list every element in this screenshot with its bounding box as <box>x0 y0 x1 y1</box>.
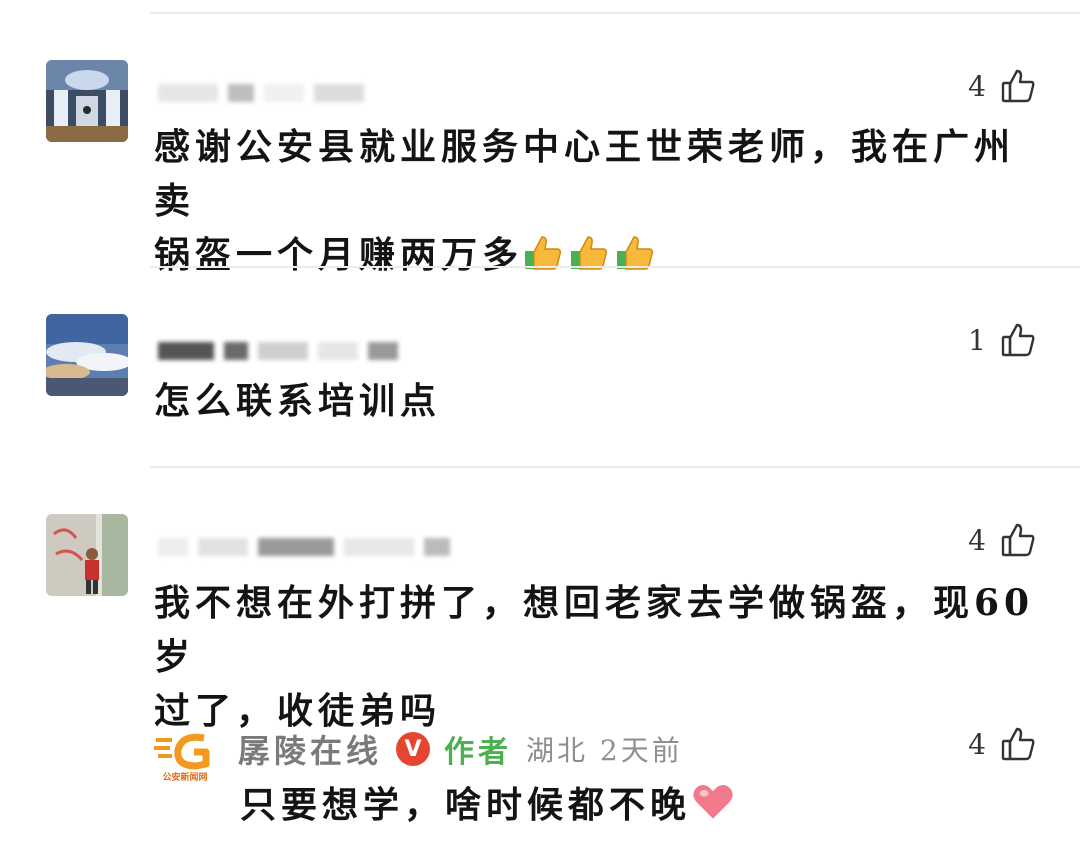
thumbs-up-outline-icon <box>1000 68 1036 104</box>
reply-text-content: 只要想学，啥时候都不晚 <box>240 784 692 826</box>
comment-text: 我不想在外打拼了，想回老家去学做锅盔，现60岁 过了，收徒弟吗 <box>154 576 1036 738</box>
verified-badge-icon: V <box>396 732 431 766</box>
reply-text: 只要想学，啥时候都不晚 <box>240 778 741 832</box>
like-button[interactable]: 4 <box>968 522 1036 558</box>
username-redacted[interactable] <box>158 82 374 102</box>
like-count: 1 <box>968 323 986 357</box>
comment-text-span: 锅盔一个月赚两万多 <box>154 234 524 276</box>
username-redacted[interactable] <box>158 340 408 360</box>
comment-text-line: 我不想在外打拼了，想回老家去学做锅盔，现60岁 <box>154 582 1035 678</box>
comment-text-line: 锅盔一个月赚两万多 <box>154 228 1036 282</box>
reply-like-button[interactable]: 4 <box>968 726 1036 762</box>
reply-location-time: 湖北 2天前 <box>526 734 683 767</box>
thumbs-up-outline-icon <box>1000 726 1036 762</box>
logo-caption: 公安新闻网 <box>162 771 207 782</box>
reply-meta: 孱陵在线 V 作者 湖北 2天前 <box>238 726 683 772</box>
avatar[interactable] <box>46 60 128 142</box>
avatar[interactable] <box>46 514 128 596</box>
comment-text-line: 怎么联系培训点 <box>154 380 442 422</box>
divider <box>150 466 1080 468</box>
divider-top <box>150 12 1080 14</box>
like-count: 4 <box>968 69 986 103</box>
like-button[interactable]: 4 <box>968 68 1036 104</box>
author-name[interactable]: 孱陵在线 <box>238 726 382 772</box>
like-button[interactable]: 1 <box>968 322 1036 358</box>
divider <box>150 266 1080 268</box>
comment-text: 怎么联系培训点 <box>154 374 1036 428</box>
avatar[interactable] <box>46 314 128 396</box>
comment-text: 感谢公安县就业服务中心王世荣老师，我在广州卖 锅盔一个月赚两万多 <box>154 120 1036 282</box>
thumbs-up-outline-icon <box>1000 322 1036 358</box>
publisher-logo[interactable]: 公安新闻网 <box>152 730 218 783</box>
like-count: 4 <box>968 727 986 761</box>
thumbs-up-outline-icon <box>1000 522 1036 558</box>
username-redacted[interactable] <box>158 536 460 556</box>
author-tag: 作者 <box>444 735 513 770</box>
heart-emoji-icon <box>693 784 733 819</box>
comment-text-line: 感谢公安县就业服务中心王世荣老师，我在广州卖 <box>154 126 1016 222</box>
like-count: 4 <box>968 523 986 557</box>
